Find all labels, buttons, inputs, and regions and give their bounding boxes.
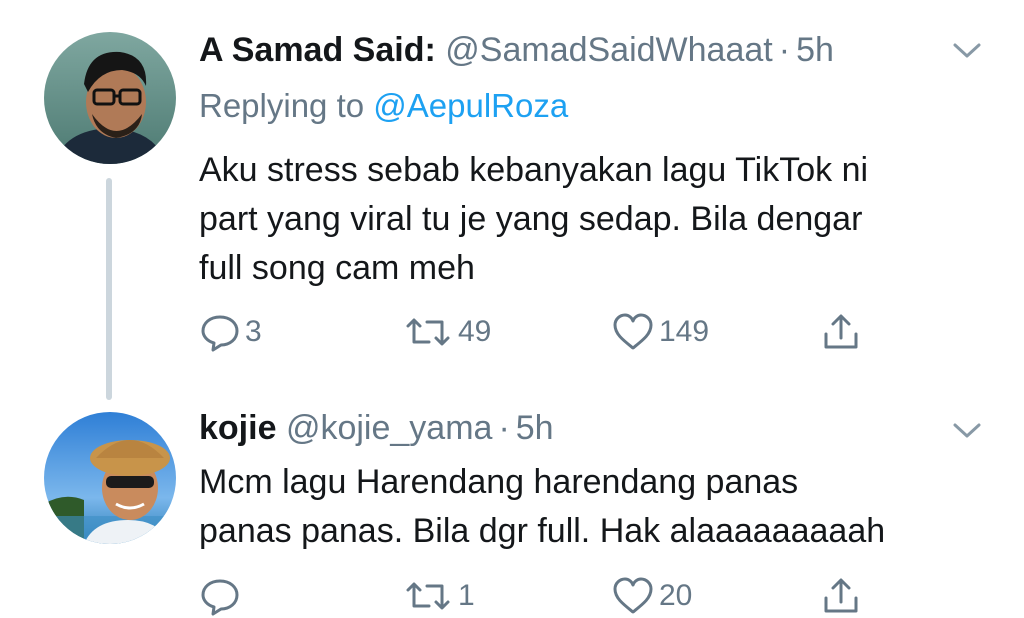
tweet-header: A Samad Said: @SamadSaidWhaaat · 5h [199,30,834,70]
reply-button[interactable] [199,574,245,618]
tweet-thread: A Samad Said: @SamadSaidWhaaat · 5h Replyi… [0,0,1024,618]
retweet-button[interactable]: 49 [402,310,491,354]
tweet-text-line: full song cam meh [199,249,475,287]
retweet-icon [402,312,454,352]
retweet-count: 49 [458,315,492,348]
retweet-count: 1 [458,579,475,612]
retweet-button[interactable]: 1 [402,574,475,618]
separator-dot: · [778,31,791,69]
like-button[interactable]: 20 [611,574,692,618]
tweet-text: Aku stress sebab kebanyakan lagu TikTok … [199,146,999,293]
tweet-text-line: part yang viral tu je yang sedap. Bila d… [199,200,863,238]
like-button[interactable]: 149 [611,310,709,354]
thread-connector-line [106,178,112,400]
reply-icon [199,312,241,352]
reply-button[interactable]: 3 [199,310,262,354]
tweet-text-line: panas panas. Bila dgr full. Hak alaaaaaa… [199,512,886,550]
user-handle[interactable]: @SamadSaidWhaaat [445,31,772,69]
mention-link[interactable]: @AepulRoza [373,87,568,124]
user-handle[interactable]: @kojie_yama [286,409,493,447]
reply-icon [199,576,241,616]
replying-to: Replying to @AepulRoza [199,86,568,126]
display-name[interactable]: A Samad Said: [199,31,436,69]
display-name[interactable]: kojie [199,409,276,447]
tweet-text: Mcm lagu Harendang harendang panas panas… [199,458,999,556]
timestamp[interactable]: 5h [796,31,834,69]
tweet-text-line: Aku stress sebab kebanyakan lagu TikTok … [199,151,869,189]
avatar[interactable] [44,412,176,544]
reply-count: 3 [245,315,262,348]
chevron-down-icon[interactable] [950,420,984,442]
share-button[interactable] [821,310,861,354]
share-icon [821,312,861,352]
retweet-icon [402,576,454,616]
timestamp[interactable]: 5h [516,409,554,447]
tweet-text-line: Mcm lagu Harendang harendang panas [199,463,799,501]
chevron-down-icon[interactable] [950,40,984,62]
like-count: 149 [659,315,710,348]
like-icon [611,576,655,616]
avatar[interactable] [44,32,176,164]
like-icon [611,312,655,352]
separator-dot: · [498,409,510,447]
like-count: 20 [659,579,693,612]
tweet-header: kojie @kojie_yama · 5h [199,408,554,448]
share-button[interactable] [821,574,861,618]
share-icon [821,576,861,616]
replying-prefix: Replying to [199,87,365,124]
